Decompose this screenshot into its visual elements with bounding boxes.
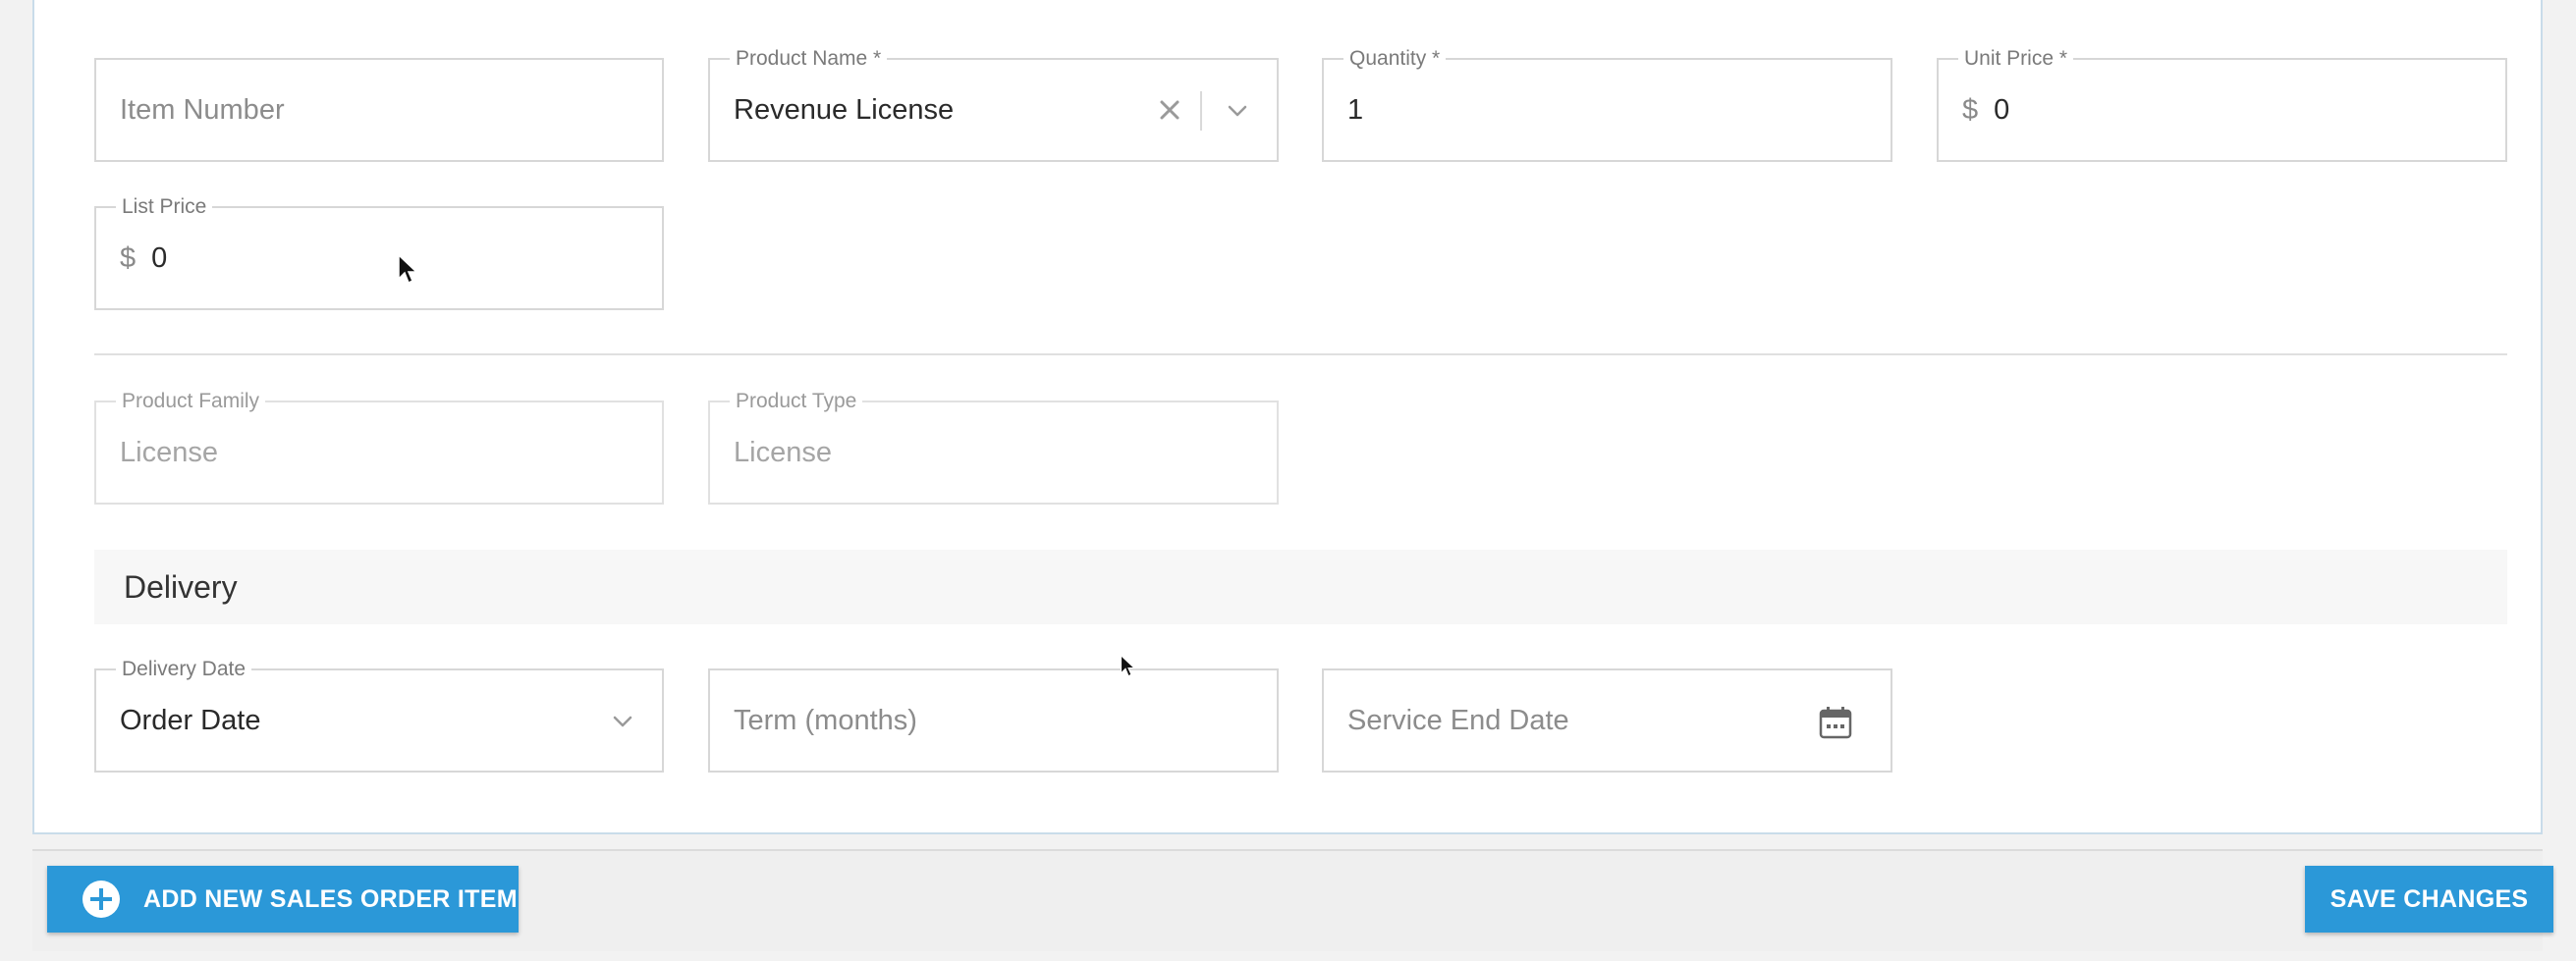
item-number-placeholder: Item Number [120, 93, 285, 126]
product-type-field: Product Type License [708, 389, 1279, 505]
list-price-value: 0 [151, 241, 168, 274]
product-family-value: License [120, 436, 218, 468]
product-type-value: License [734, 436, 832, 468]
unit-price-value: 0 [1994, 93, 2010, 126]
list-price-field[interactable]: List Price $ 0 [94, 194, 664, 310]
delivery-section-title: Delivery [124, 568, 238, 605]
term-months-placeholder: Term (months) [734, 704, 917, 736]
mouse-cursor-icon [1120, 654, 1136, 677]
section-divider [94, 353, 2507, 355]
unit-price-value-group: $ 0 [1962, 60, 2009, 160]
quantity-field[interactable]: Quantity * 1 [1322, 46, 1892, 162]
plus-circle-icon [82, 881, 120, 918]
delivery-section-header: Delivery [94, 550, 2507, 624]
delivery-date-value: Order Date [120, 704, 261, 736]
mouse-cursor-icon [398, 253, 418, 285]
quantity-value: 1 [1347, 93, 1364, 126]
chevron-down-icon[interactable] [1224, 97, 1251, 125]
chevron-down-icon[interactable] [609, 708, 636, 735]
calendar-icon[interactable] [1818, 705, 1853, 740]
save-changes-button[interactable]: SAVE CHANGES [2305, 866, 2553, 933]
list-price-value-group: $ 0 [120, 208, 167, 308]
delivery-date-select[interactable]: Delivery Date Order Date [94, 657, 664, 773]
product-name-value: Revenue License [734, 93, 955, 126]
product-family-field: Product Family License [94, 389, 664, 505]
select-separator [1200, 91, 1202, 131]
add-sales-order-item-button[interactable]: ADD NEW SALES ORDER ITEM [47, 866, 519, 933]
save-button-label: SAVE CHANGES [2329, 884, 2529, 913]
add-button-label: ADD NEW SALES ORDER ITEM [143, 884, 518, 913]
currency-prefix: $ [1962, 93, 1979, 126]
service-end-date-placeholder: Service End Date [1347, 704, 1569, 736]
page-frame: Item Number Product Name * Revenue Licen… [0, 0, 2576, 961]
unit-price-field[interactable]: Unit Price * $ 0 [1937, 46, 2507, 162]
close-icon[interactable] [1155, 95, 1184, 125]
currency-prefix: $ [120, 241, 137, 274]
term-months-field[interactable]: Term (months) [708, 668, 1279, 773]
item-number-field[interactable]: Item Number [94, 58, 664, 162]
service-end-date-field[interactable]: Service End Date [1322, 668, 1892, 773]
product-name-select[interactable]: Product Name * Revenue License [708, 46, 1279, 162]
